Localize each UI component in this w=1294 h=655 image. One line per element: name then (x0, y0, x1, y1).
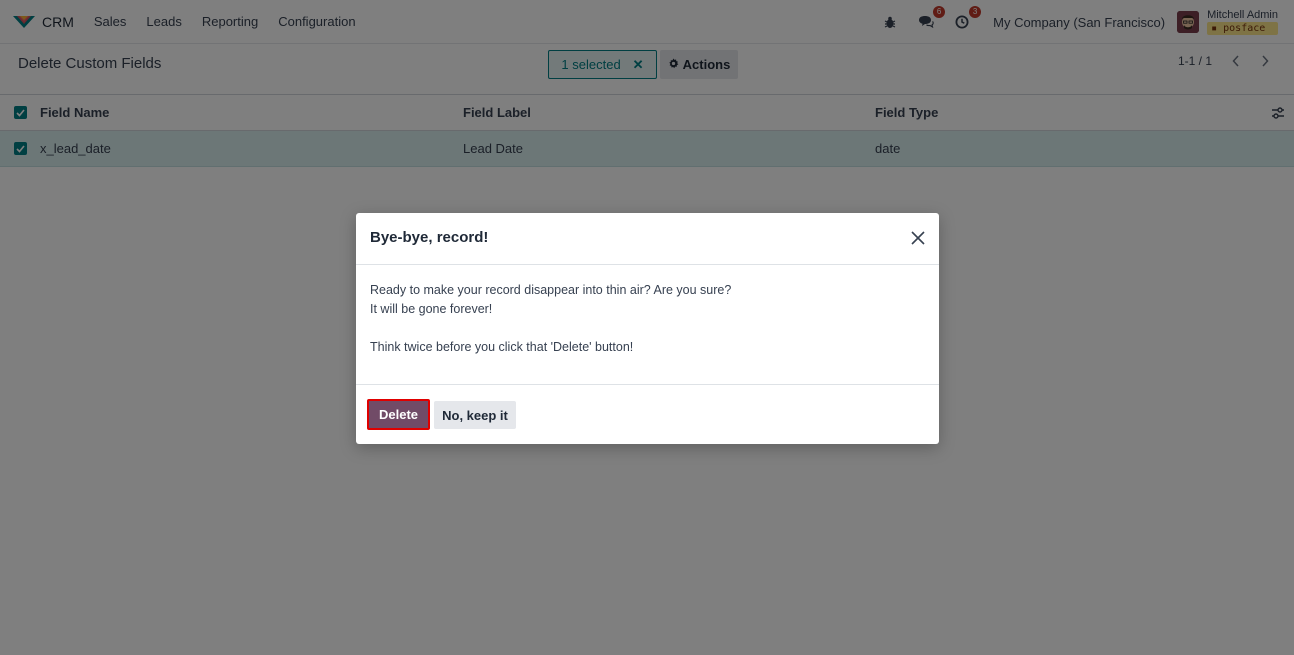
dialog-title: Bye-bye, record! (370, 229, 489, 246)
dialog-body: Ready to make your record disappear into… (370, 281, 925, 357)
dialog-message-line3: Think twice before you click that 'Delet… (370, 340, 634, 354)
close-icon[interactable] (909, 229, 927, 247)
delete-button[interactable]: Delete (367, 399, 430, 430)
dialog-message-line2: It will be gone forever! (370, 302, 493, 316)
confirm-delete-dialog: Bye-bye, record! Ready to make your reco… (356, 213, 939, 444)
dialog-footer: Delete No, keep it (356, 384, 939, 444)
dialog-header: Bye-bye, record! (356, 213, 939, 265)
dialog-message-line1: Ready to make your record disappear into… (370, 283, 732, 297)
keep-button[interactable]: No, keep it (434, 401, 516, 429)
